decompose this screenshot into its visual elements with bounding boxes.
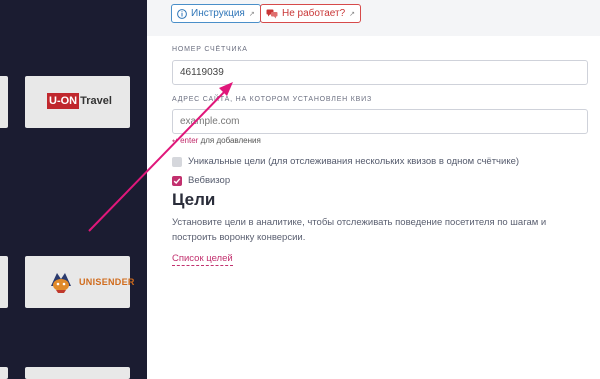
external-link-icon: ↗ bbox=[349, 10, 356, 18]
webvisor-label: Вебвизор bbox=[188, 175, 231, 186]
logo-tile-partial bbox=[0, 76, 8, 128]
metrika-settings-panel: Инструкция ↗ Не работает? ↗ НОМЕР СЧЁТЧИ… bbox=[147, 0, 600, 379]
site-address-label: АДРЕС САЙТА, НА КОТОРОМ УСТАНОВЛЕН КВИЗ bbox=[172, 96, 372, 103]
webvisor-checkbox-row[interactable]: Вебвизор bbox=[172, 175, 230, 186]
logo-tile-uon-travel[interactable]: U-ON Travel bbox=[25, 76, 130, 128]
not-working-label: Не работает? bbox=[282, 8, 346, 19]
checkmark-icon bbox=[173, 177, 181, 184]
goals-list-link[interactable]: Список целей bbox=[172, 253, 233, 266]
goals-description: Установите цели в аналитике, чтобы отсле… bbox=[172, 217, 547, 243]
uon-travel-logo: U-ON Travel bbox=[47, 93, 112, 109]
goals-title: Цели bbox=[172, 190, 216, 209]
logo-tile-partial bbox=[0, 367, 8, 379]
chat-icon bbox=[266, 9, 278, 18]
counter-number-label: НОМЕР СЧЁТЧИКА bbox=[172, 46, 248, 53]
logo-tile-partial bbox=[25, 367, 130, 379]
unique-goals-label: Уникальные цели (для отслеживания нескол… bbox=[188, 156, 520, 167]
instruction-label: Инструкция bbox=[191, 8, 245, 19]
return-icon: ↵ bbox=[172, 138, 178, 145]
unique-goals-checkbox-row[interactable]: Уникальные цели (для отслеживания нескол… bbox=[172, 156, 519, 167]
external-link-icon: ↗ bbox=[248, 10, 255, 18]
panel-topbar: Инструкция ↗ Не работает? ↗ bbox=[147, 0, 600, 36]
unisender-mascot-icon bbox=[51, 273, 71, 293]
instruction-button[interactable]: Инструкция ↗ bbox=[171, 4, 261, 23]
integrations-list: U-ON Travel UNISENDER bbox=[0, 0, 147, 379]
webvisor-checkbox[interactable] bbox=[172, 175, 182, 186]
logo-tile-partial bbox=[0, 256, 8, 308]
not-working-button[interactable]: Не работает? ↗ bbox=[260, 4, 362, 23]
unisender-logo-text: UNISENDER bbox=[79, 277, 135, 287]
logo-tile-unisender[interactable]: UNISENDER bbox=[25, 256, 134, 308]
counter-number-input[interactable]: 46119039 bbox=[172, 60, 588, 85]
enter-hint: ↵ enter для добавления bbox=[172, 136, 261, 145]
info-icon bbox=[177, 8, 187, 19]
unique-goals-checkbox[interactable] bbox=[172, 156, 182, 167]
site-address-input[interactable]: example.com bbox=[172, 109, 588, 134]
